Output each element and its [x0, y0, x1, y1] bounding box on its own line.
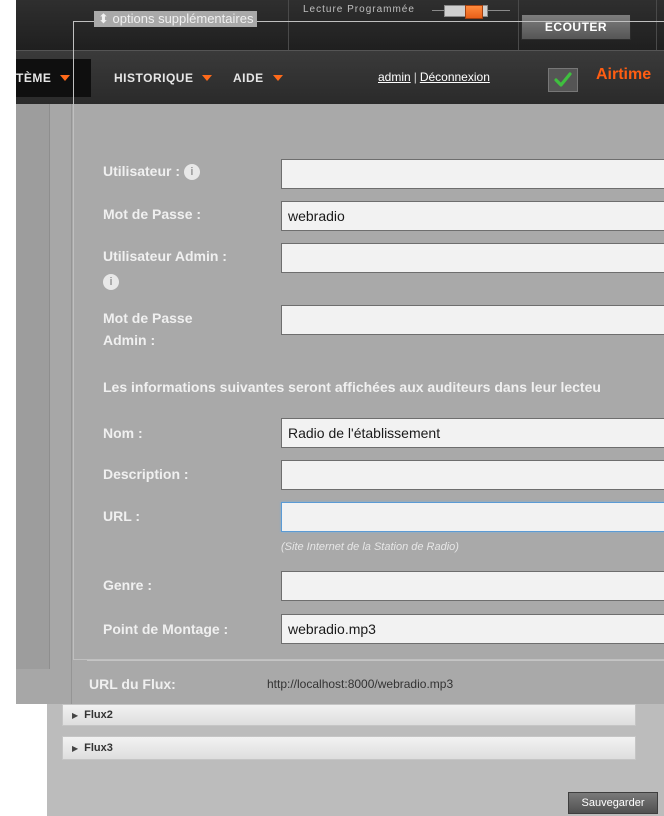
flux3-accordion[interactable]: ▶ Flux3 [62, 736, 636, 760]
extra-options-label: options supplémentaires [112, 11, 254, 26]
left-column [16, 104, 50, 669]
mount-point-input[interactable] [281, 614, 664, 644]
toggle-knob [465, 5, 483, 19]
triangle-right-icon: ▶ [72, 710, 79, 720]
admin-user-input[interactable] [281, 243, 664, 273]
save-button[interactable]: Sauvegarder [568, 792, 658, 814]
fieldset-bottom-line [87, 660, 664, 661]
url-input[interactable] [281, 502, 664, 532]
listener-info-text: Les informations suivantes seront affich… [103, 379, 601, 395]
user-label: Utilisateur : i [103, 160, 200, 182]
genre-input[interactable] [281, 571, 664, 601]
url-hint: (Site Internet de la Station de Radio) [281, 541, 459, 553]
admin-password-input[interactable] [281, 305, 664, 335]
admin-user-label: Utilisateur Admin : i [103, 245, 227, 291]
triangle-right-icon: ▶ [72, 743, 79, 753]
password-input[interactable] [281, 201, 664, 231]
info-icon[interactable]: i [183, 164, 200, 181]
flux2-label: Flux2 [84, 709, 113, 721]
scheduled-playback-label: Lecture Programmée [303, 4, 415, 15]
password-label: Mot de Passe : [103, 206, 202, 222]
extra-options-toggle[interactable]: ⬍ options supplémentaires [94, 11, 258, 27]
scheduled-playback-toggle[interactable] [444, 5, 488, 19]
description-input[interactable] [281, 460, 664, 490]
flux2-accordion[interactable]: ▶ Flux2 [62, 704, 636, 726]
name-label: Nom : [103, 425, 143, 441]
stream-url-value: http://localhost:8000/webradio.mp3 [267, 677, 454, 691]
stream-url-label: URL du Flux: [89, 676, 176, 692]
admin-password-label-line2: Admin : [103, 332, 156, 348]
info-icon[interactable]: i [103, 274, 119, 291]
name-input[interactable] [281, 418, 664, 448]
url-label: URL : [103, 508, 141, 524]
user-input[interactable] [281, 159, 664, 189]
admin-password-label: Mot de Passe Admin : [103, 307, 192, 351]
nav-system-label: TÈME [16, 71, 52, 85]
admin-password-label-line1: Mot de Passe [103, 310, 193, 326]
chevron-down-icon [60, 75, 71, 81]
description-label: Description : [103, 466, 189, 482]
sort-arrows-icon: ⬍ [98, 11, 109, 26]
mount-point-label: Point de Montage : [103, 621, 229, 637]
user-label-text: Utilisateur : [103, 163, 181, 179]
genre-label: Genre : [103, 577, 153, 593]
flux3-label: Flux3 [84, 742, 113, 754]
admin-user-label-text: Utilisateur Admin : [103, 248, 227, 264]
